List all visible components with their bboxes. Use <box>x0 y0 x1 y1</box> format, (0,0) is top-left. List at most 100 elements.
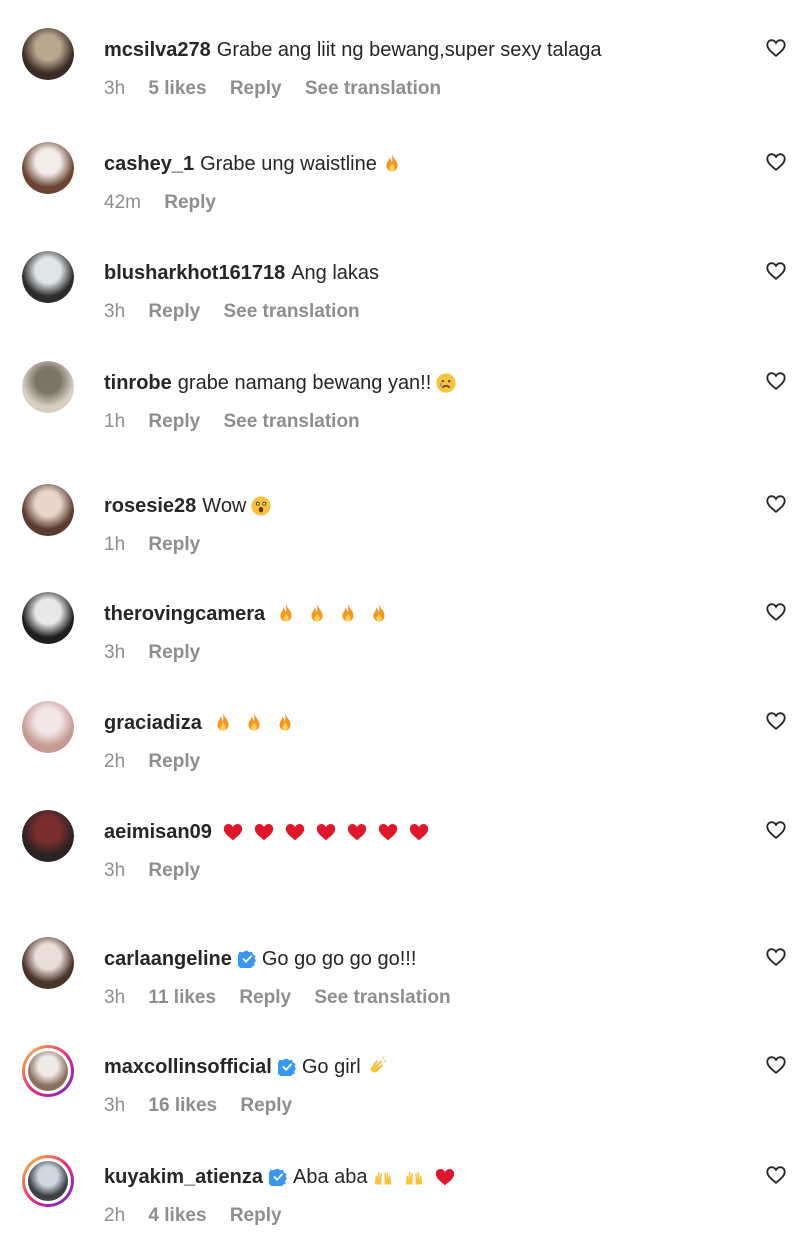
like-heart-icon[interactable] <box>765 260 787 282</box>
comment-body: kuyakim_atienza Aba aba <box>104 1164 465 1190</box>
comment-timestamp: 3h <box>104 301 126 322</box>
comment-item: graciadiza 2h Reply <box>0 701 800 791</box>
username-link[interactable]: aeimisan09 <box>104 819 212 845</box>
avatar[interactable] <box>22 484 74 536</box>
comment-body: maxcollinsofficial Go girl <box>104 1054 396 1080</box>
comment-body: carlaangeline Go go go go go!!! <box>104 946 420 972</box>
likes-count-link[interactable]: 4 likes <box>148 1205 206 1226</box>
red-heart-emoji <box>434 1166 456 1188</box>
username-link[interactable]: rosesie28 <box>104 493 196 519</box>
comment-body: rosesie28 Wow <box>104 493 281 519</box>
username-link[interactable]: maxcollinsofficial <box>104 1054 272 1080</box>
comment-timestamp: 3h <box>104 642 126 663</box>
like-heart-icon[interactable] <box>765 370 787 392</box>
fire-emoji <box>243 712 265 734</box>
avatar[interactable] <box>22 142 74 194</box>
reply-button[interactable]: Reply <box>148 534 200 555</box>
comment-item: maxcollinsofficial Go girl 3h 16 likes R… <box>0 1045 800 1135</box>
crying-face-emoji <box>435 372 457 394</box>
username-link[interactable]: tinrobe <box>104 370 172 396</box>
like-heart-icon[interactable] <box>765 710 787 732</box>
likes-count-link[interactable]: 5 likes <box>148 78 206 99</box>
reply-button[interactable]: Reply <box>148 860 200 881</box>
likes-count-link[interactable]: 16 likes <box>148 1095 217 1116</box>
fire-emoji <box>381 153 403 175</box>
likes-count-link[interactable]: 11 likes <box>148 987 216 1008</box>
comment-meta: 3h 5 likes Reply See translation <box>104 77 459 101</box>
comment-meta: 2h 4 likes Reply <box>104 1204 300 1228</box>
comment-emojis <box>381 153 412 175</box>
red-heart-emoji <box>222 821 244 843</box>
like-heart-icon[interactable] <box>765 819 787 841</box>
see-translation-button[interactable]: See translation <box>223 301 359 322</box>
comment-body: mcsilva278 Grabe ang liit ng bewang,supe… <box>104 37 605 63</box>
comment-timestamp: 3h <box>104 860 126 881</box>
comment-item: cashey_1 Grabe ung waistline 42m Reply <box>0 142 800 232</box>
like-heart-icon[interactable] <box>765 601 787 623</box>
verified-badge-icon <box>268 1168 287 1186</box>
see-translation-button[interactable]: See translation <box>223 411 359 432</box>
comment-meta: 3h Reply <box>104 859 218 883</box>
red-heart-emoji <box>315 821 337 843</box>
avatar[interactable] <box>22 592 74 644</box>
reply-button[interactable]: Reply <box>148 411 200 432</box>
comment-meta: 3h 16 likes Reply <box>104 1094 310 1118</box>
fire-emoji <box>212 712 234 734</box>
avatar[interactable] <box>22 251 74 303</box>
comment-timestamp: 1h <box>104 534 126 555</box>
comment-emojis <box>275 603 399 625</box>
like-heart-icon[interactable] <box>765 1164 787 1186</box>
avatar[interactable] <box>22 361 74 413</box>
comment-text: Go girl <box>301 1056 361 1078</box>
comment-timestamp: 2h <box>104 1205 126 1226</box>
username-link[interactable]: graciadiza <box>104 710 202 736</box>
avatar[interactable] <box>22 1155 74 1207</box>
username-link[interactable]: cashey_1 <box>104 151 194 177</box>
see-translation-button[interactable]: See translation <box>305 78 441 99</box>
reply-button[interactable]: Reply <box>148 751 200 772</box>
reply-button[interactable]: Reply <box>164 192 216 213</box>
comment-timestamp: 2h <box>104 751 126 772</box>
fire-emoji <box>306 603 328 625</box>
username-link[interactable]: therovingcamera <box>104 601 265 627</box>
comment-meta: 3h 11 likes Reply See translation <box>104 986 469 1010</box>
comment-text: Ang lakas <box>291 262 380 284</box>
clapping-hands-emoji <box>365 1056 387 1078</box>
red-heart-emoji <box>284 821 306 843</box>
reply-button[interactable]: Reply <box>239 987 291 1008</box>
comment-text: grabe namang bewang yan!! <box>177 372 432 394</box>
comment-body: aeimisan09 <box>104 819 439 845</box>
fire-emoji <box>368 603 390 625</box>
like-heart-icon[interactable] <box>765 37 787 59</box>
reply-button[interactable]: Reply <box>240 1095 292 1116</box>
username-link[interactable]: blusharkhot161718 <box>104 260 285 286</box>
comment-emojis <box>435 372 466 394</box>
like-heart-icon[interactable] <box>765 493 787 515</box>
username-link[interactable]: mcsilva278 <box>104 37 211 63</box>
reply-button[interactable]: Reply <box>148 642 200 663</box>
comment-item: therovingcamera 3h Reply <box>0 592 800 682</box>
like-heart-icon[interactable] <box>765 1054 787 1076</box>
comment-item: kuyakim_atienza Aba aba 2h 4 likes Reply <box>0 1155 800 1245</box>
raising-hands-emoji <box>372 1166 394 1188</box>
like-heart-icon[interactable] <box>765 151 787 173</box>
reply-button[interactable]: Reply <box>230 1205 282 1226</box>
avatar[interactable] <box>22 701 74 753</box>
comment-timestamp: 3h <box>104 987 126 1008</box>
see-translation-button[interactable]: See translation <box>314 987 450 1008</box>
like-heart-icon[interactable] <box>765 946 787 968</box>
comment-timestamp: 42m <box>104 192 141 213</box>
avatar[interactable] <box>22 937 74 989</box>
comment-emojis <box>212 712 305 734</box>
comment-meta: 3h Reply <box>104 641 218 665</box>
avatar[interactable] <box>22 28 74 80</box>
comment-emojis <box>250 495 281 517</box>
reply-button[interactable]: Reply <box>148 301 200 322</box>
comment-timestamp: 1h <box>104 411 126 432</box>
reply-button[interactable]: Reply <box>230 78 282 99</box>
avatar[interactable] <box>22 810 74 862</box>
avatar[interactable] <box>22 1045 74 1097</box>
username-link[interactable]: carlaangeline <box>104 946 232 972</box>
fire-emoji <box>274 712 296 734</box>
username-link[interactable]: kuyakim_atienza <box>104 1164 263 1190</box>
